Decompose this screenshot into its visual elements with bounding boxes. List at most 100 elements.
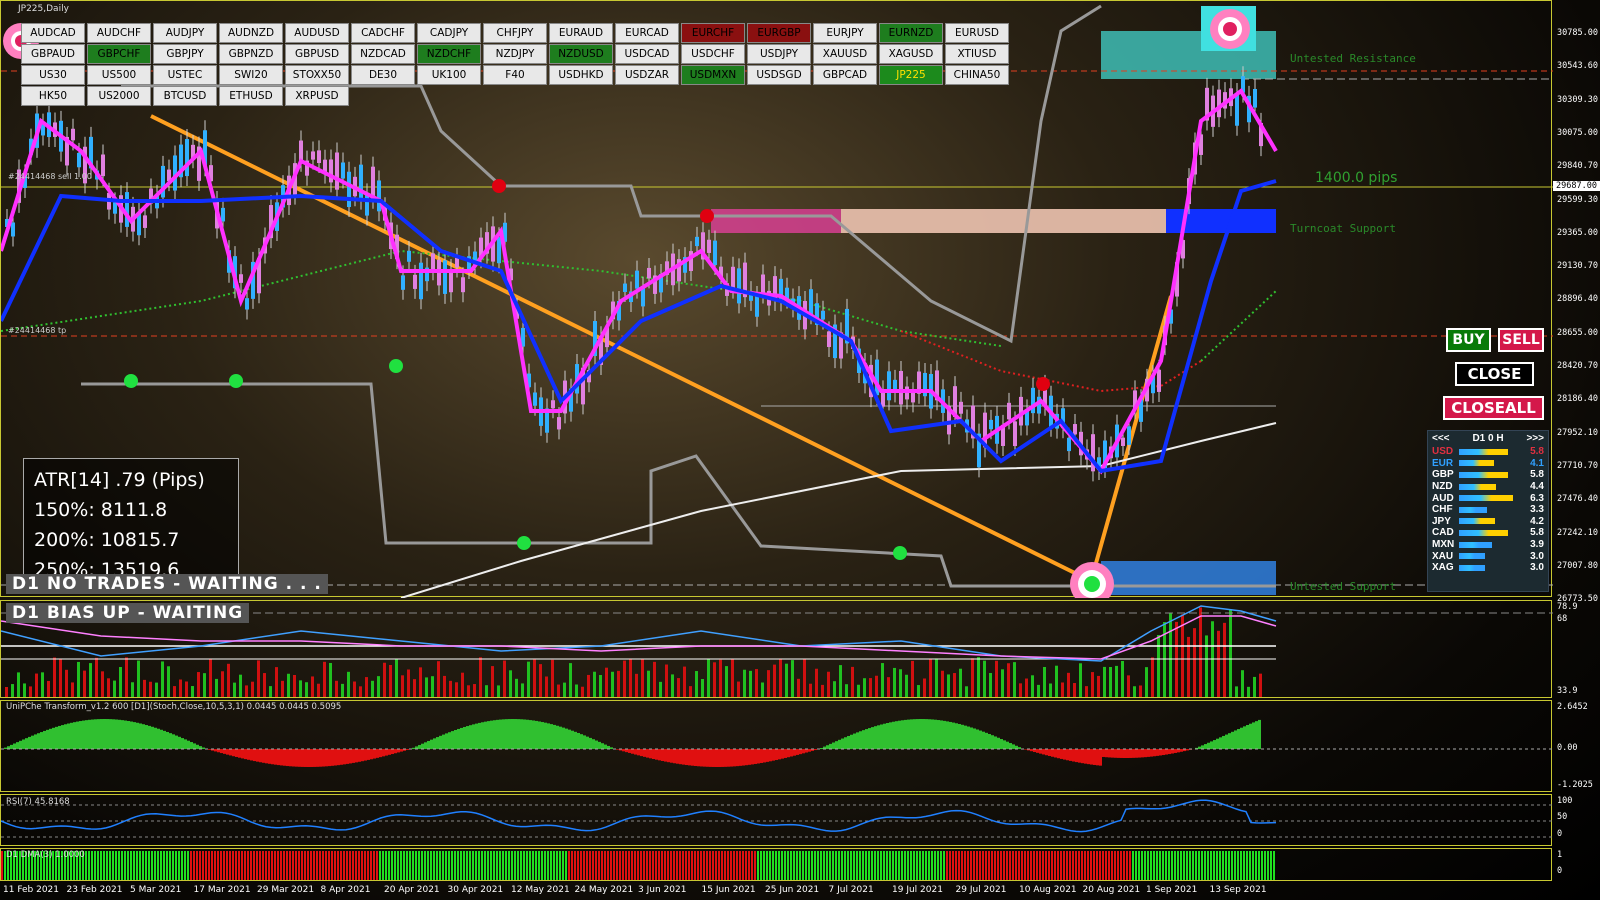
- volume-bar: [821, 684, 824, 697]
- dma-bar: [649, 851, 651, 880]
- dma-bar: [172, 851, 174, 880]
- symbol-button-xtiusd[interactable]: XTIUSD: [945, 44, 1009, 64]
- symbol-button-gbpusd[interactable]: GBPUSD: [285, 44, 349, 64]
- symbol-button-usdchf[interactable]: USDCHF: [681, 44, 745, 64]
- stoch-bar: [880, 724, 883, 749]
- symbol-button-audcad[interactable]: AUDCAD: [21, 23, 85, 43]
- stoch-transform-pane[interactable]: [0, 700, 1553, 792]
- dma-bar: [700, 851, 702, 880]
- symbol-button-us2000[interactable]: US2000: [87, 86, 151, 106]
- stoch-bar: [1132, 749, 1135, 758]
- symbol-button-de30[interactable]: DE30: [351, 65, 415, 85]
- stoch-bar: [382, 749, 385, 757]
- symbol-button-jp225[interactable]: JP225: [879, 65, 943, 85]
- symbol-button-usdcad[interactable]: USDCAD: [615, 44, 679, 64]
- volume-bar: [1055, 665, 1058, 697]
- symbol-button-eurnzd[interactable]: EURNZD: [879, 23, 943, 43]
- symbol-button-euraud[interactable]: EURAUD: [549, 23, 613, 43]
- symbol-button-gbpaud[interactable]: GBPAUD: [21, 44, 85, 64]
- symbol-button-eurcad[interactable]: EURCAD: [615, 23, 679, 43]
- stoch-bar: [913, 719, 916, 749]
- symbol-button-gbpjpy[interactable]: GBPJPY: [153, 44, 217, 64]
- stoch-bar: [712, 749, 715, 767]
- stoch-bar: [385, 749, 388, 756]
- support-zone: [1101, 561, 1276, 595]
- symbol-button-usdmxn[interactable]: USDMXN: [681, 65, 745, 85]
- sell-button[interactable]: SELL: [1498, 328, 1544, 352]
- dma-pane[interactable]: [0, 848, 1552, 881]
- symbol-button-usdsgd[interactable]: USDSGD: [747, 65, 811, 85]
- close-button[interactable]: CLOSE: [1455, 362, 1534, 386]
- volume-bar: [671, 674, 674, 697]
- symbol-button-us500[interactable]: US500: [87, 65, 151, 85]
- dma-bar: [139, 851, 141, 880]
- symbol-button-nzdcad[interactable]: NZDCAD: [351, 44, 415, 64]
- symbol-button-xagusd[interactable]: XAGUSD: [879, 44, 943, 64]
- symbol-button-swi20[interactable]: SWI20: [219, 65, 283, 85]
- volume-bar: [467, 685, 470, 697]
- tp-order-label: #24414468 tp: [8, 326, 67, 335]
- symbol-button-usdjpy[interactable]: USDJPY: [747, 44, 811, 64]
- symbol-button-btcusd[interactable]: BTCUSD: [153, 86, 217, 106]
- symbol-button-cadjpy[interactable]: CADJPY: [417, 23, 481, 43]
- symbol-button-china50[interactable]: CHINA50: [945, 65, 1009, 85]
- stoch-bar: [487, 721, 490, 749]
- dma-bar: [1252, 851, 1254, 880]
- symbol-button-xauusd[interactable]: XAUUSD: [813, 44, 877, 64]
- symbol-button-nzdusd[interactable]: NZDUSD: [549, 44, 613, 64]
- dma-bar: [1066, 851, 1068, 880]
- volume-bar: [347, 671, 350, 697]
- symbol-button-eurchf[interactable]: EURCHF: [681, 23, 745, 43]
- stoch-bar: [505, 719, 508, 749]
- symbol-button-gbpchf[interactable]: GBPCHF: [87, 44, 151, 64]
- stoch-bar: [1234, 730, 1237, 749]
- symbol-button-eurusd[interactable]: EURUSD: [945, 23, 1009, 43]
- symbol-button-stoxx50[interactable]: STOXX50: [285, 65, 349, 85]
- symbol-button-chfjpy[interactable]: CHFJPY: [483, 23, 547, 43]
- candle-body: [413, 274, 417, 289]
- strength-next-button[interactable]: >>>: [1526, 433, 1544, 444]
- volume-bar: [737, 681, 740, 697]
- symbol-button-f40[interactable]: F40: [483, 65, 547, 85]
- symbol-button-us30[interactable]: US30: [21, 65, 85, 85]
- symbol-button-xrpusd[interactable]: XRPUSD: [285, 86, 349, 106]
- symbol-button-audchf[interactable]: AUDCHF: [87, 23, 151, 43]
- dma-bar: [190, 851, 192, 880]
- volume-bar: [857, 684, 860, 697]
- stoch-bar: [820, 747, 823, 749]
- buy-button[interactable]: BUY: [1446, 328, 1491, 352]
- dma-bar: [745, 851, 747, 880]
- dma-bar: [694, 851, 696, 880]
- symbol-button-nzdchf[interactable]: NZDCHF: [417, 44, 481, 64]
- symbol-button-ustec[interactable]: USTEC: [153, 65, 217, 85]
- symbol-button-cadchf[interactable]: CADCHF: [351, 23, 415, 43]
- stoch-bar: [1168, 749, 1171, 755]
- time-tick: 10 Aug 2021: [1019, 885, 1077, 895]
- strength-prev-button[interactable]: <<<: [1432, 433, 1450, 444]
- stoch-bar: [1138, 749, 1141, 758]
- closeall-button[interactable]: CLOSEALL: [1443, 396, 1544, 420]
- symbol-button-gbpnzd[interactable]: GBPNZD: [219, 44, 283, 64]
- symbol-button-eurjpy[interactable]: EURJPY: [813, 23, 877, 43]
- candle-body: [497, 237, 501, 264]
- time-tick: 11 Feb 2021: [3, 885, 60, 895]
- stoch-bar: [1216, 738, 1219, 749]
- symbol-button-audjpy[interactable]: AUDJPY: [153, 23, 217, 43]
- symbol-button-usdzar[interactable]: USDZAR: [615, 65, 679, 85]
- stoch-bar: [214, 749, 217, 752]
- symbol-button-uk100[interactable]: UK100: [417, 65, 481, 85]
- dma-bar: [496, 851, 498, 880]
- strength-bar: [1459, 518, 1495, 525]
- symbol-button-gbpcad[interactable]: GBPCAD: [813, 65, 877, 85]
- symbol-button-audusd[interactable]: AUDUSD: [285, 23, 349, 43]
- symbol-button-audnzd[interactable]: AUDNZD: [219, 23, 283, 43]
- volume-bar: [791, 660, 794, 697]
- symbol-button-nzdjpy[interactable]: NZDJPY: [483, 44, 547, 64]
- symbol-button-usdhkd[interactable]: USDHKD: [549, 65, 613, 85]
- rsi-pane[interactable]: [0, 794, 1553, 846]
- symbol-button-eurgbp[interactable]: EURGBP: [747, 23, 811, 43]
- volume-bar: [1079, 663, 1082, 697]
- dma-bar: [1036, 851, 1038, 880]
- symbol-button-hk50[interactable]: HK50: [21, 86, 85, 106]
- symbol-button-ethusd[interactable]: ETHUSD: [219, 86, 283, 106]
